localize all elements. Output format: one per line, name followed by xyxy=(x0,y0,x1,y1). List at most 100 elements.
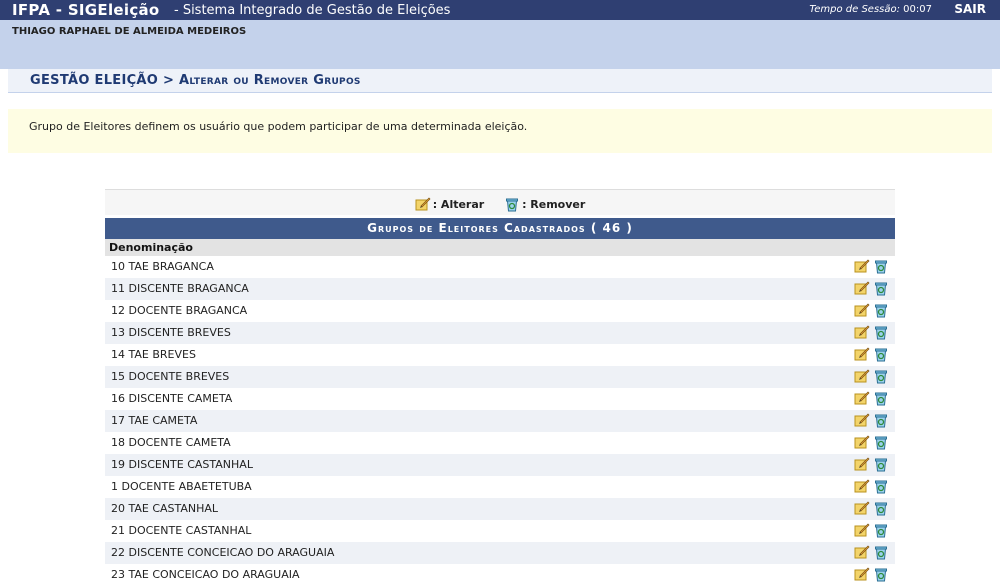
group-name: 19 DISCENTE CASTANHAL xyxy=(111,458,253,471)
row-actions xyxy=(854,324,889,340)
breadcrumb-separator: > xyxy=(162,73,175,88)
legend-remove-label: : Remover xyxy=(522,197,586,211)
table-row: 1 DOCENTE ABAETETUBA xyxy=(105,476,895,498)
table-row: 22 DISCENTE CONCEICAO DO ARAGUAIA xyxy=(105,542,895,564)
table-row: 12 DOCENTE BRAGANCA xyxy=(105,300,895,322)
table-row: 10 TAE BRAGANCA xyxy=(105,256,895,278)
table-row: 23 TAE CONCEICAO DO ARAGUAIA xyxy=(105,564,895,586)
row-actions xyxy=(854,500,889,516)
breadcrumb: GESTÃO ELEIÇÃO > Alterar ou Remover Grup… xyxy=(30,73,361,88)
user-name: THIAGO RAPHAEL DE ALMEIDA MEDEIROS xyxy=(12,26,247,37)
app-name: IFPA - SIGEleição xyxy=(12,1,160,19)
table-row: 19 DISCENTE CASTANHAL xyxy=(105,454,895,476)
trash-bin-icon[interactable] xyxy=(873,478,889,494)
table-row: 11 DISCENTE BRAGANCA xyxy=(105,278,895,300)
table-row: 14 TAE BREVES xyxy=(105,344,895,366)
legend-edit-label: : Alterar xyxy=(432,197,485,211)
row-actions xyxy=(854,434,889,450)
session-timer: Tempo de Sessão: 00:07 xyxy=(809,0,932,19)
row-actions xyxy=(854,566,889,582)
trash-bin-icon[interactable] xyxy=(873,368,889,384)
row-actions xyxy=(854,346,889,362)
group-name: 18 DOCENTE CAMETA xyxy=(111,436,231,449)
table-body: 10 TAE BRAGANCA 11 DISCENTE BRAGANCA 12 … xyxy=(105,256,895,586)
row-actions xyxy=(854,522,889,538)
info-message-text: Grupo de Eleitores definem os usuário qu… xyxy=(29,120,528,133)
row-actions xyxy=(854,456,889,472)
trash-bin-icon[interactable] xyxy=(873,500,889,516)
pencil-note-icon[interactable] xyxy=(854,434,870,450)
pencil-note-icon[interactable] xyxy=(854,258,870,274)
group-name: 11 DISCENTE BRAGANCA xyxy=(111,282,249,295)
pencil-note-icon[interactable] xyxy=(854,390,870,406)
group-name: 14 TAE BREVES xyxy=(111,348,196,361)
pencil-note-icon[interactable] xyxy=(854,478,870,494)
pencil-note-icon[interactable] xyxy=(854,324,870,340)
group-name: 15 DOCENTE BREVES xyxy=(111,370,230,383)
breadcrumb-bar: GESTÃO ELEIÇÃO > Alterar ou Remover Grup… xyxy=(8,69,992,93)
column-header-denominacao: Denominação xyxy=(105,239,895,256)
pencil-note-icon[interactable] xyxy=(854,522,870,538)
table-row: 16 DISCENTE CAMETA xyxy=(105,388,895,410)
trash-bin-icon[interactable] xyxy=(873,522,889,538)
row-actions xyxy=(854,412,889,428)
pencil-note-icon[interactable] xyxy=(854,544,870,560)
trash-bin-icon[interactable] xyxy=(873,280,889,296)
voter-groups-table: Grupos de Eleitores Cadastrados ( 46 ) D… xyxy=(105,218,895,586)
row-actions xyxy=(854,478,889,494)
action-legend: : Alterar : Remover xyxy=(105,189,895,215)
group-name: 13 DISCENTE BREVES xyxy=(111,326,231,339)
table-caption: Grupos de Eleitores Cadastrados ( 46 ) xyxy=(105,218,895,239)
row-actions xyxy=(854,280,889,296)
pencil-note-icon[interactable] xyxy=(854,566,870,582)
trash-bin-icon[interactable] xyxy=(873,302,889,318)
trash-bin-icon[interactable] xyxy=(873,258,889,274)
trash-bin-icon xyxy=(506,198,519,212)
group-name: 23 TAE CONCEICAO DO ARAGUAIA xyxy=(111,568,300,581)
trash-bin-icon[interactable] xyxy=(873,412,889,428)
trash-bin-icon[interactable] xyxy=(873,544,889,560)
trash-bin-icon[interactable] xyxy=(873,566,889,582)
pencil-note-icon[interactable] xyxy=(854,302,870,318)
breadcrumb-root[interactable]: GESTÃO ELEIÇÃO xyxy=(30,73,158,88)
row-actions xyxy=(854,544,889,560)
table-row: 13 DISCENTE BREVES xyxy=(105,322,895,344)
app-description: - Sistema Integrado de Gestão de Eleiçõe… xyxy=(174,3,451,18)
group-name: 10 TAE BRAGANCA xyxy=(111,260,214,273)
row-actions xyxy=(854,368,889,384)
session-label: Tempo de Sessão: xyxy=(809,4,900,15)
group-name: 17 TAE CAMETA xyxy=(111,414,198,427)
trash-bin-icon[interactable] xyxy=(873,324,889,340)
info-message-box: Grupo de Eleitores definem os usuário qu… xyxy=(8,109,992,153)
pencil-note-icon[interactable] xyxy=(854,280,870,296)
table-row: 15 DOCENTE BREVES xyxy=(105,366,895,388)
breadcrumb-current-page: Alterar ou Remover Grupos xyxy=(179,73,361,88)
trash-bin-icon[interactable] xyxy=(873,346,889,362)
pencil-note-icon[interactable] xyxy=(854,500,870,516)
group-name: 21 DOCENTE CASTANHAL xyxy=(111,524,252,537)
table-row: 21 DOCENTE CASTANHAL xyxy=(105,520,895,542)
group-name: 20 TAE CASTANHAL xyxy=(111,502,219,515)
row-actions xyxy=(854,302,889,318)
pencil-note-icon[interactable] xyxy=(854,346,870,362)
trash-bin-icon[interactable] xyxy=(873,434,889,450)
pencil-note-icon[interactable] xyxy=(854,412,870,428)
row-actions xyxy=(854,258,889,274)
user-info-bar: THIAGO RAPHAEL DE ALMEIDA MEDEIROS xyxy=(0,20,1000,69)
session-time: 00:07 xyxy=(903,4,932,15)
legend-remove: : Remover xyxy=(504,196,585,212)
group-name: 16 DISCENTE CAMETA xyxy=(111,392,233,405)
group-name: 12 DOCENTE BRAGANCA xyxy=(111,304,248,317)
table-row: 17 TAE CAMETA xyxy=(105,410,895,432)
logout-button[interactable]: SAIR xyxy=(954,0,986,19)
trash-bin-icon[interactable] xyxy=(873,456,889,472)
top-header-bar: IFPA - SIGEleição - Sistema Integrado de… xyxy=(0,0,1000,20)
table-row: 20 TAE CASTANHAL xyxy=(105,498,895,520)
legend-edit: : Alterar xyxy=(415,196,485,212)
trash-bin-icon[interactable] xyxy=(873,390,889,406)
pencil-note-icon[interactable] xyxy=(854,456,870,472)
table-row: 18 DOCENTE CAMETA xyxy=(105,432,895,454)
group-name: 22 DISCENTE CONCEICAO DO ARAGUAIA xyxy=(111,546,335,559)
pencil-note-icon[interactable] xyxy=(854,368,870,384)
pencil-note-icon xyxy=(415,197,431,211)
